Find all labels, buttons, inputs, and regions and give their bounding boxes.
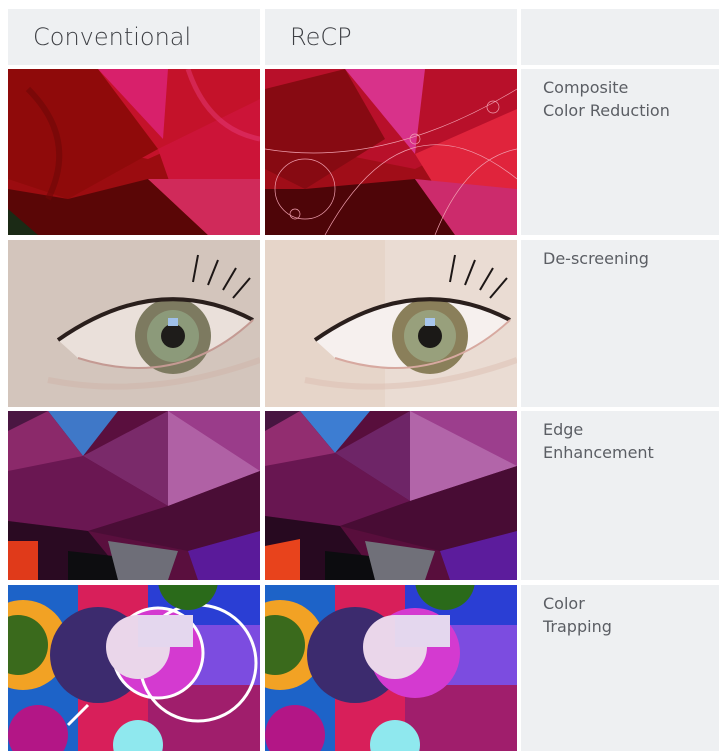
header-conventional: Conventional xyxy=(8,9,260,65)
image-conventional-edge-enhancement xyxy=(8,411,260,580)
label-color-reduction-text: Composite Color Reduction xyxy=(543,78,670,120)
header-blank xyxy=(521,9,719,65)
label-color-reduction: Composite Color Reduction xyxy=(521,69,719,235)
image-recp-edge-enhancement xyxy=(265,411,517,580)
header-recp-label: ReCP xyxy=(290,23,352,51)
image-recp-descreening xyxy=(265,240,517,407)
image-recp-color-reduction xyxy=(265,69,517,235)
image-recp-color-trapping xyxy=(265,585,517,751)
label-edge-enhancement-text: Edge Enhancement xyxy=(543,420,654,462)
header-recp: ReCP xyxy=(265,9,517,65)
label-edge-enhancement: Edge Enhancement xyxy=(521,411,719,580)
comparison-grid: Conventional ReCP Composite Color Reduct… xyxy=(0,0,719,751)
header-conventional-label: Conventional xyxy=(33,23,192,51)
image-conventional-color-reduction xyxy=(8,69,260,235)
label-descreening: De-screening xyxy=(521,240,719,407)
image-conventional-descreening xyxy=(8,240,260,407)
label-color-trapping: Color Trapping xyxy=(521,585,719,751)
label-descreening-text: De-screening xyxy=(543,249,649,268)
image-conventional-color-trapping xyxy=(8,585,260,751)
label-color-trapping-text: Color Trapping xyxy=(543,594,612,636)
